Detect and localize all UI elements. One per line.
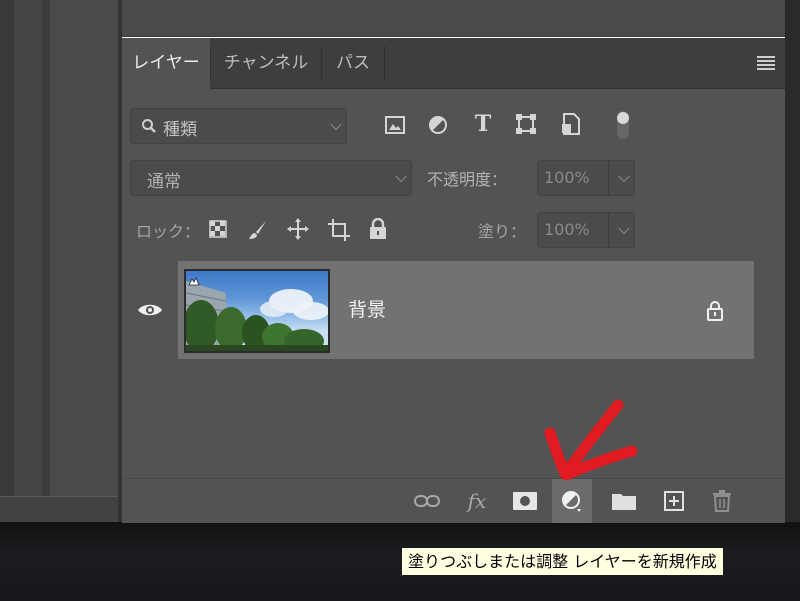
adjustment-filter-icon[interactable] bbox=[427, 114, 449, 136]
fill-label: 塗り： bbox=[478, 222, 527, 241]
link-layers-icon[interactable] bbox=[407, 479, 447, 523]
tab-paths[interactable]: パス bbox=[322, 38, 384, 88]
workspace-strip bbox=[42, 0, 50, 522]
opacity-field[interactable]: 100% bbox=[537, 160, 635, 196]
layer-row[interactable]: 背景 bbox=[122, 261, 754, 359]
search-icon bbox=[139, 115, 159, 137]
lock-transparent-pixels-icon[interactable] bbox=[208, 219, 228, 239]
opacity-value: 100% bbox=[544, 168, 590, 187]
workspace-bottom bbox=[0, 496, 118, 523]
type-filter-icon[interactable]: T bbox=[472, 111, 494, 137]
tab-layers[interactable]: レイヤー bbox=[122, 38, 210, 89]
workspace-strip bbox=[14, 0, 42, 522]
blend-mode-value: 通常 bbox=[147, 172, 181, 192]
lock-all-icon[interactable] bbox=[368, 218, 388, 240]
visibility-toggle[interactable] bbox=[122, 261, 178, 359]
panel-tab-bar: レイヤー チャンネル パス bbox=[122, 38, 785, 89]
field-divider bbox=[608, 161, 609, 195]
filter-toggle-icon[interactable] bbox=[616, 108, 630, 142]
upper-panel bbox=[122, 0, 785, 37]
tab-divider bbox=[384, 46, 385, 80]
layer-mask-icon[interactable] bbox=[505, 479, 545, 523]
smart-object-filter-icon[interactable] bbox=[560, 113, 582, 135]
lock-artboard-icon[interactable] bbox=[327, 218, 351, 242]
lock-label: ロック： bbox=[136, 222, 201, 241]
chevron-down-icon bbox=[395, 170, 407, 183]
fill-value: 100% bbox=[544, 220, 590, 239]
layers-panel: レイヤー チャンネル パス 種類 T 通常 不透明度： 100% ロック： 塗り… bbox=[122, 38, 785, 523]
chevron-down-icon bbox=[618, 170, 630, 183]
shape-filter-icon[interactable] bbox=[515, 113, 537, 135]
tab-channels[interactable]: チャンネル bbox=[211, 38, 321, 88]
fill-field[interactable]: 100% bbox=[537, 212, 635, 248]
trash-icon[interactable] bbox=[702, 479, 742, 523]
filter-kind-dropdown[interactable]: 種類 bbox=[130, 108, 347, 144]
layers-footer: fx bbox=[122, 478, 785, 523]
tooltip: 塗りつぶしまたは調整 レイヤーを新規作成 bbox=[401, 547, 724, 576]
fx-icon[interactable]: fx bbox=[457, 479, 497, 523]
chevron-down-icon bbox=[330, 118, 342, 131]
new-layer-icon[interactable] bbox=[654, 479, 694, 523]
layer-thumbnail bbox=[186, 271, 328, 351]
blend-mode-dropdown[interactable]: 通常 bbox=[130, 160, 412, 196]
panel-menu-icon[interactable] bbox=[757, 56, 775, 70]
chevron-down-icon bbox=[618, 222, 630, 235]
eye-icon[interactable] bbox=[137, 301, 163, 319]
lock-image-pixels-icon[interactable] bbox=[247, 219, 269, 241]
layer-lock-icon bbox=[706, 301, 724, 321]
filter-kind-label: 種類 bbox=[163, 120, 197, 140]
lock-position-icon[interactable] bbox=[286, 217, 310, 241]
thumbnail-marker-icon bbox=[188, 271, 200, 286]
field-divider bbox=[608, 213, 609, 247]
annotation-arrow bbox=[540, 395, 660, 499]
opacity-label: 不透明度： bbox=[427, 170, 508, 189]
right-edge bbox=[785, 0, 800, 530]
workspace-left bbox=[0, 0, 14, 496]
workspace-strip bbox=[50, 0, 118, 522]
layer-name[interactable]: 背景 bbox=[348, 261, 386, 359]
image-filter-icon[interactable] bbox=[384, 114, 406, 136]
